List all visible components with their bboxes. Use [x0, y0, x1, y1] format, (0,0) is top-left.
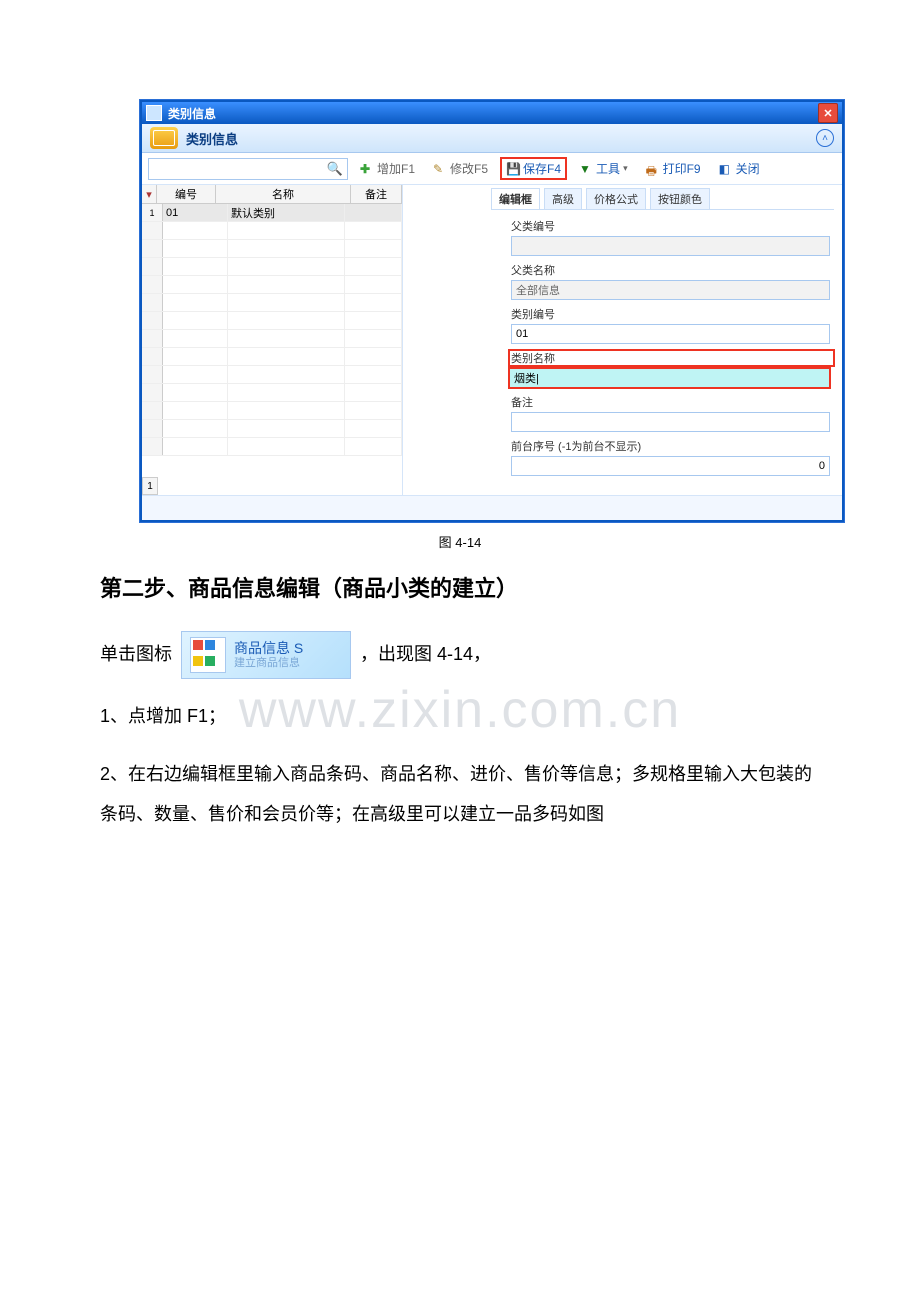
statusbar — [142, 495, 842, 520]
subheader: 类别信息 ˄ — [142, 124, 842, 153]
fld-parent-code — [511, 236, 830, 256]
collapse-icon[interactable]: ˄ — [816, 129, 834, 147]
li-1: 1、点增加 F1； — [100, 697, 820, 737]
grid-col-code[interactable]: 编号 — [157, 185, 216, 203]
lbl-name: 类别名称 — [509, 350, 834, 366]
toolbar: 🔍 ✚增加F1 ✎修改F5 💾保存F4 ▼工具 🖶打印F9 ◧关闭 — [142, 153, 842, 185]
fld-name[interactable]: 烟类| — [509, 368, 830, 388]
product-info-button[interactable]: 商品信息 S 建立商品信息 — [181, 631, 351, 679]
appbtn-sub: 建立商品信息 — [234, 657, 303, 670]
li-2: 2、在右边编辑框里输入商品条码、商品名称、进价、售价等信息；多规格里输入大包装的… — [100, 755, 820, 834]
module-icon — [150, 127, 178, 149]
figure-caption: 图 4-14 — [0, 532, 920, 551]
row-note — [345, 204, 402, 221]
content: ▾ 编号 名称 备注 1 01 默认类别 — [142, 185, 842, 495]
titlebar: 类别信息 ✕ — [142, 102, 842, 124]
grid-header: ▾ 编号 名称 备注 — [142, 185, 402, 204]
add-button[interactable]: ✚增加F1 — [354, 157, 421, 180]
row-code: 01 — [163, 204, 228, 221]
lbl-parent-code: 父类编号 — [511, 218, 834, 234]
tab-edit[interactable]: 编辑框 — [491, 188, 540, 209]
close-icon[interactable]: ✕ — [818, 103, 838, 123]
table-row[interactable]: 1 01 默认类别 — [142, 204, 402, 222]
module-title: 类别信息 — [186, 129, 238, 148]
fld-seq[interactable]: 0 — [511, 456, 830, 476]
tab-price[interactable]: 价格公式 — [586, 188, 646, 209]
tab-color[interactable]: 按钮颜色 — [650, 188, 710, 209]
close-button[interactable]: ◧关闭 — [713, 157, 766, 180]
lbl-note: 备注 — [511, 394, 834, 410]
window: 类别信息 ✕ 类别信息 ˄ 🔍 ✚增加F1 ✎修改F5 💾保存F4 ▼工具 🖶打… — [140, 100, 844, 522]
fld-code[interactable]: 01 — [511, 324, 830, 344]
step2-heading: 第二步、商品信息编辑（商品小类的建立） — [100, 565, 820, 613]
grid: ▾ 编号 名称 备注 1 01 默认类别 — [142, 185, 403, 495]
grid-col-marker[interactable]: ▾ — [142, 185, 157, 203]
tabs: 编辑框 高级 价格公式 按钮颜色 — [491, 189, 834, 210]
grid-row-count: 1 — [142, 477, 158, 495]
form-panel: 编辑框 高级 价格公式 按钮颜色 父类编号 父类名称 全部信息 类别编号 01 … — [483, 185, 842, 495]
lbl-parent-name: 父类名称 — [511, 262, 834, 278]
search-box[interactable]: 🔍 — [148, 158, 348, 180]
app-icon — [146, 105, 162, 121]
tool-button[interactable]: ▼工具 — [573, 157, 634, 180]
window-title: 类别信息 — [168, 105, 216, 122]
row-index: 1 — [142, 204, 163, 221]
tab-advanced[interactable]: 高级 — [544, 188, 582, 209]
edit-button[interactable]: ✎修改F5 — [427, 157, 494, 180]
click-line: 单击图标 商品信息 S 建立商品信息 ，出现图 4-14， — [100, 631, 820, 679]
fld-note[interactable] — [511, 412, 830, 432]
product-icon — [190, 637, 226, 673]
lbl-code: 类别编号 — [511, 306, 834, 322]
print-button[interactable]: 🖶打印F9 — [640, 157, 707, 180]
appbtn-title: 商品信息 S — [234, 640, 303, 657]
lbl-seq: 前台序号 (-1为前台不显示) — [511, 438, 834, 454]
save-button[interactable]: 💾保存F4 — [500, 157, 567, 180]
grid-col-name[interactable]: 名称 — [216, 185, 351, 203]
fld-parent-name: 全部信息 — [511, 280, 830, 300]
mid-gap — [403, 185, 483, 495]
grid-col-note[interactable]: 备注 — [351, 185, 402, 203]
search-input[interactable] — [153, 162, 327, 176]
search-icon[interactable]: 🔍 — [327, 161, 343, 177]
row-name: 默认类别 — [228, 204, 345, 221]
